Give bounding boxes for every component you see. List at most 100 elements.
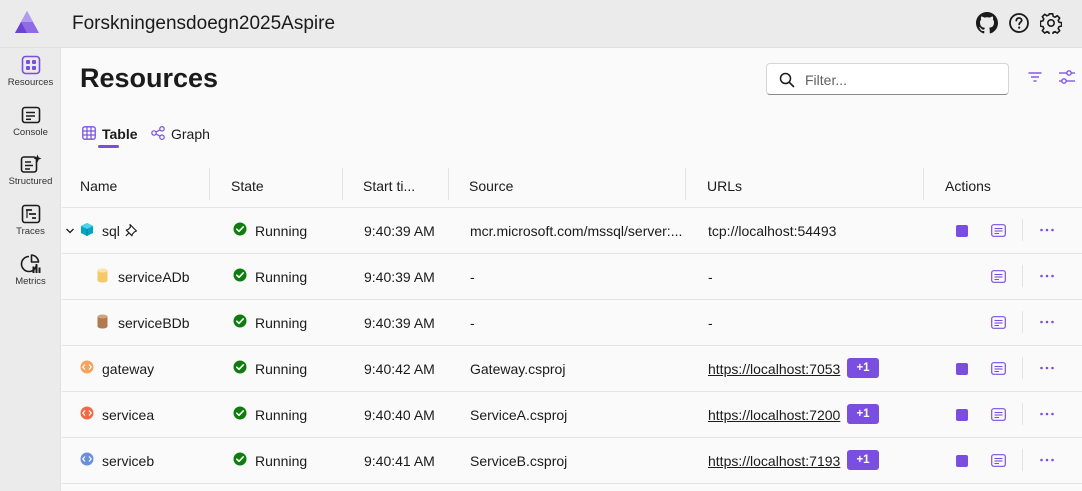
sidebar-item-label: Traces xyxy=(16,226,45,237)
github-icon[interactable] xyxy=(976,12,998,34)
filter-box[interactable] xyxy=(766,63,1009,95)
metrics-icon xyxy=(20,254,40,273)
console-logs-icon[interactable] xyxy=(991,224,1006,237)
more-urls-badge[interactable]: +1 xyxy=(847,450,879,470)
resource-name[interactable]: servicea xyxy=(102,407,154,423)
url-link[interactable]: https://localhost:7200 xyxy=(708,407,840,423)
resource-name[interactable]: serviceADb xyxy=(118,269,190,285)
actions-divider xyxy=(1022,403,1023,425)
more-actions-icon[interactable] xyxy=(1038,451,1056,469)
traces-icon xyxy=(21,204,40,224)
more-actions-icon[interactable] xyxy=(1038,405,1056,423)
resource-start-time: 9:40:39 AM xyxy=(364,223,435,239)
column-header-state[interactable]: State xyxy=(231,164,264,208)
more-urls-badge[interactable]: +1 xyxy=(847,404,879,424)
resource-source: ServiceB.csproj xyxy=(470,453,568,469)
project-icon xyxy=(80,452,94,466)
pin-icon[interactable] xyxy=(125,223,138,237)
more-actions-icon[interactable] xyxy=(1038,359,1056,377)
column-resize-handle[interactable] xyxy=(342,168,343,200)
resource-start-time: 9:40:39 AM xyxy=(364,269,435,285)
app-title: Forskningensdoegn2025Aspire xyxy=(72,13,336,34)
resource-state: Running xyxy=(255,453,308,469)
more-actions-icon[interactable] xyxy=(1038,267,1056,285)
console-logs-icon[interactable] xyxy=(991,408,1006,421)
sidebar: Resources Console Structured Traces Metr… xyxy=(0,48,61,491)
resource-start-time: 9:40:41 AM xyxy=(364,453,435,469)
resource-start-time: 9:40:40 AM xyxy=(364,407,435,423)
column-header-source[interactable]: Source xyxy=(469,164,513,208)
resource-state: Running xyxy=(255,223,308,239)
console-logs-icon[interactable] xyxy=(991,454,1006,467)
column-header-name[interactable]: Name xyxy=(80,164,117,208)
resource-name[interactable]: serviceb xyxy=(102,453,154,469)
resource-url-link[interactable]: https://localhost:7193 xyxy=(708,453,840,469)
table-row[interactable]: serviceADb Running 9:40:39 AM - - xyxy=(62,254,1082,300)
options-icon[interactable] xyxy=(1058,69,1076,85)
url-link[interactable]: https://localhost:7193 xyxy=(708,453,840,469)
resource-url-link[interactable]: https://localhost:7200 xyxy=(708,407,840,423)
resource-url-link[interactable]: https://localhost:7053 xyxy=(708,361,840,377)
resource-name[interactable]: serviceBDb xyxy=(118,315,190,331)
console-logs-icon[interactable] xyxy=(991,270,1006,283)
sidebar-item-traces[interactable]: Traces xyxy=(0,204,61,250)
filter-input[interactable] xyxy=(805,70,1001,90)
aspire-logo[interactable] xyxy=(14,10,40,36)
column-resize-handle[interactable] xyxy=(209,168,210,200)
table-row[interactable]: gateway Running 9:40:42 AM Gateway.cspro… xyxy=(62,346,1082,392)
column-header-urls[interactable]: URLs xyxy=(707,164,742,208)
sidebar-item-resources[interactable]: Resources xyxy=(0,55,61,101)
table-row[interactable]: serviceb Running 9:40:41 AM ServiceB.csp… xyxy=(62,438,1082,484)
stop-button[interactable] xyxy=(956,225,968,237)
help-icon[interactable] xyxy=(1008,12,1030,34)
sidebar-item-metrics[interactable]: Metrics xyxy=(0,254,61,300)
graph-icon xyxy=(151,126,165,140)
console-logs-icon[interactable] xyxy=(991,362,1006,375)
stop-button[interactable] xyxy=(956,409,968,421)
more-urls-badge[interactable]: +1 xyxy=(847,358,879,378)
running-status-icon xyxy=(233,452,247,466)
resource-state: Running xyxy=(255,361,308,377)
stop-button[interactable] xyxy=(956,455,968,467)
search-icon xyxy=(779,72,795,88)
chevron-down-icon[interactable] xyxy=(65,227,75,235)
project-icon xyxy=(80,406,94,420)
actions-divider xyxy=(1022,265,1023,287)
more-actions-icon[interactable] xyxy=(1038,313,1056,331)
column-resize-handle[interactable] xyxy=(923,168,924,200)
running-status-icon xyxy=(233,268,247,282)
more-actions-icon[interactable] xyxy=(1038,221,1056,239)
table-row[interactable]: servicea Running 9:40:40 AM ServiceA.csp… xyxy=(62,392,1082,438)
table-header: Name State Start ti... Source URLs Actio… xyxy=(62,164,1082,208)
tab-graph[interactable]: Graph xyxy=(151,125,221,149)
sidebar-item-console[interactable]: Console xyxy=(0,105,61,151)
table-row[interactable]: serviceBDb Running 9:40:39 AM - - xyxy=(62,300,1082,346)
table-row[interactable]: sql Running 9:40:39 AM mcr.microsoft.com… xyxy=(62,208,1082,254)
structured-icon xyxy=(20,154,41,173)
sidebar-item-label: Console xyxy=(13,127,48,138)
column-header-actions: Actions xyxy=(945,178,991,194)
filter-icon[interactable] xyxy=(1027,69,1043,85)
actions-divider xyxy=(1022,357,1023,379)
resources-icon xyxy=(21,55,40,75)
main-content: Resources Table xyxy=(62,48,1082,491)
running-status-icon xyxy=(233,360,247,374)
resource-name[interactable]: sql xyxy=(102,223,120,239)
resource-name[interactable]: gateway xyxy=(102,361,154,377)
sidebar-item-label: Metrics xyxy=(15,276,46,287)
column-resize-handle[interactable] xyxy=(448,168,449,200)
url-link[interactable]: https://localhost:7053 xyxy=(708,361,840,377)
actions-divider xyxy=(1022,219,1023,241)
sidebar-item-structured[interactable]: Structured xyxy=(0,154,61,200)
console-logs-icon[interactable] xyxy=(991,316,1006,329)
table-icon xyxy=(82,126,96,140)
container-icon xyxy=(81,223,93,236)
page-title: Resources xyxy=(80,63,219,93)
stop-button[interactable] xyxy=(956,363,968,375)
resource-source: Gateway.csproj xyxy=(470,361,566,377)
column-resize-handle[interactable] xyxy=(685,168,686,200)
resource-start-time: 9:40:42 AM xyxy=(364,361,435,377)
column-header-start-time[interactable]: Start ti... xyxy=(363,164,415,208)
settings-icon[interactable] xyxy=(1040,12,1062,34)
project-icon xyxy=(80,360,94,374)
